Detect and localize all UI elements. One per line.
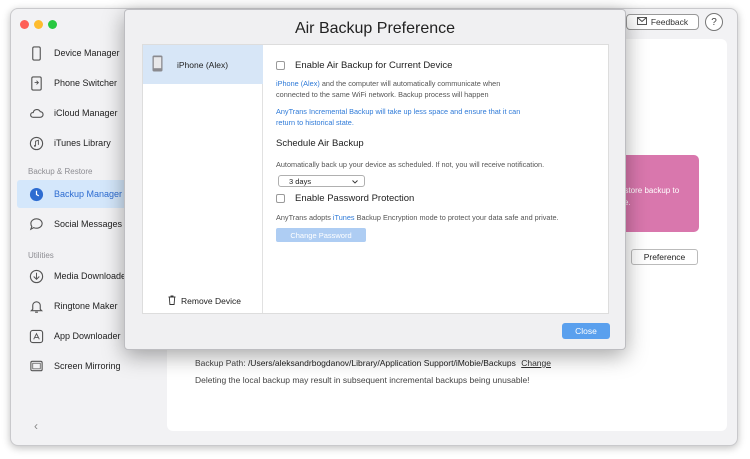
promo-banner[interactable]: estore backup to ce. — [618, 155, 699, 232]
promo-text-line1: estore backup to — [620, 186, 680, 195]
dialog-title: Air Backup Preference — [294, 20, 456, 37]
enable-password-checkbox[interactable] — [276, 194, 285, 203]
bell-icon — [29, 299, 44, 314]
envelope-icon — [636, 17, 647, 27]
help-button[interactable]: ? — [705, 13, 723, 31]
enable-air-backup-row[interactable]: Enable Air Backup for Current Device — [276, 60, 452, 71]
backup-path-value: /Users/aleksandrbogdanov/Library/Applica… — [247, 358, 516, 368]
chevron-down-icon — [352, 177, 358, 186]
schedule-description: Automatically back up your device as sch… — [276, 160, 545, 169]
backup-path-label: Backup Path: — [195, 358, 246, 368]
phone-switch-icon — [29, 75, 44, 91]
enable-password-row[interactable]: Enable Password Protection — [276, 193, 414, 204]
sidebar-item-label: Device Manager — [54, 48, 120, 58]
feedback-button[interactable]: Feedback — [626, 14, 699, 30]
window-controls — [20, 20, 57, 29]
password-description: AnyTrans adopts iTunes Backup Encryption… — [276, 212, 559, 223]
remove-device-button[interactable]: Remove Device — [168, 295, 241, 307]
change-password-button[interactable]: Change Password — [276, 228, 366, 242]
password-desc-text: AnyTrans adopts — [276, 213, 333, 222]
schedule-value: 3 days — [289, 176, 312, 186]
feedback-label: Feedback — [650, 17, 689, 27]
sidebar-item-label: Backup Manager — [54, 189, 123, 199]
chat-bubble-icon — [29, 217, 44, 232]
sidebar-item-label: App Downloader — [54, 331, 121, 341]
trash-icon — [168, 295, 176, 307]
download-icon — [29, 269, 44, 284]
device-item[interactable]: iPhone (Alex) — [143, 45, 263, 84]
device-name-link: iPhone (Alex) — [276, 79, 320, 88]
change-path-link[interactable]: Change — [521, 358, 551, 368]
backup-clock-icon — [29, 187, 44, 202]
promo-text-line2: ce. — [620, 197, 699, 209]
schedule-select[interactable]: 3 days — [278, 175, 365, 187]
incremental-note-line1: AnyTrans Incremental Backup will take up… — [276, 107, 521, 116]
device-name: iPhone (Alex) — [177, 59, 229, 70]
air-backup-dialog: Air Backup Preference iPhone (Alex) Remo… — [124, 9, 626, 350]
incremental-note-line2: return to historical state. — [276, 118, 354, 127]
air-backup-description: iPhone (Alex) and the computer will auto… — [276, 78, 500, 100]
screen-icon — [29, 359, 44, 374]
sidebar-item-label: iCloud Manager — [54, 108, 118, 118]
description-text-line2: connected to the same WiFi network. Back… — [276, 90, 489, 99]
close-button[interactable]: Close — [562, 323, 610, 339]
minimize-window-button[interactable] — [34, 20, 43, 29]
itunes-link: iTunes — [332, 213, 355, 222]
phone-outline-icon — [29, 45, 44, 61]
section-label-backup: Backup & Restore — [28, 167, 93, 176]
device-list: iPhone (Alex) Remove Device — [143, 45, 263, 313]
iphone-icon — [152, 55, 177, 74]
incremental-backup-note: AnyTrans Incremental Backup will take up… — [276, 106, 520, 128]
sidebar-item-label: Screen Mirroring — [54, 361, 121, 371]
back-chevron-icon[interactable]: ‹ — [34, 419, 38, 433]
preference-button[interactable]: Preference — [631, 249, 698, 265]
sidebar-item-screen-mirroring[interactable]: Screen Mirroring — [17, 352, 161, 380]
backup-path: Backup Path: /Users/aleksandrbogdanov/Li… — [195, 358, 551, 368]
enable-password-label: Enable Password Protection — [295, 193, 415, 204]
section-label-utilities: Utilities — [28, 251, 54, 260]
schedule-title: Schedule Air Backup — [276, 138, 364, 149]
enable-air-backup-label: Enable Air Backup for Current Device — [295, 60, 453, 71]
dialog-content: iPhone (Alex) Remove Device Enable Air B… — [142, 44, 609, 314]
sidebar-item-label: Phone Switcher — [54, 78, 118, 88]
backup-warning: Deleting the local backup may result in … — [195, 375, 530, 385]
sidebar-item-label: iTunes Library — [54, 138, 111, 148]
app-store-icon — [29, 329, 44, 344]
zoom-window-button[interactable] — [48, 20, 57, 29]
close-window-button[interactable] — [20, 20, 29, 29]
sidebar-item-label: Media Downloader — [54, 271, 130, 281]
description-text: and the computer will automatically comm… — [319, 79, 501, 88]
remove-device-label: Remove Device — [181, 296, 241, 306]
music-note-icon — [29, 136, 44, 151]
cloud-icon — [29, 106, 44, 121]
sidebar-item-label: Ringtone Maker — [54, 301, 118, 311]
password-desc-text-rest: Backup Encryption mode to protect your d… — [354, 213, 559, 222]
enable-air-backup-checkbox[interactable] — [276, 61, 285, 70]
